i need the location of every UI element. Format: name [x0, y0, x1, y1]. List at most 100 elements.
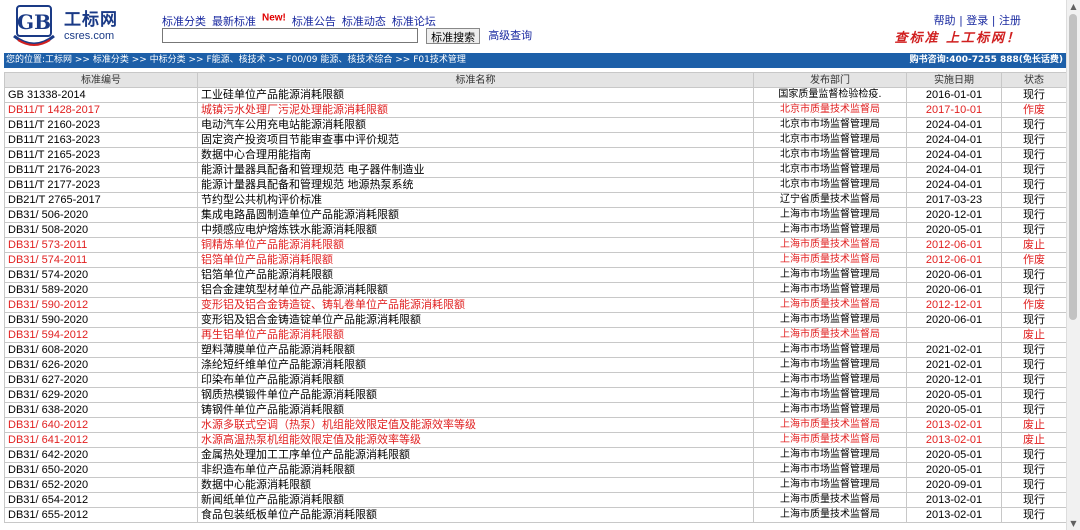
- standard-name[interactable]: 铜精炼单位产品能源消耗限额: [197, 237, 754, 253]
- standard-name[interactable]: 水源高温热泵机组能效限定值及能源效率等级: [197, 432, 754, 448]
- standard-name[interactable]: 能源计量器具配备和管理规范 电子器件制造业: [197, 162, 754, 178]
- brand-name[interactable]: 工标网: [64, 10, 118, 30]
- standard-name[interactable]: 再生铝单位产品能源消耗限额: [197, 327, 754, 343]
- standard-name[interactable]: 铝箔单位产品能源消耗限额: [197, 252, 754, 268]
- standard-code[interactable]: DB31/ 654-2012: [4, 492, 198, 508]
- nav-standard-category[interactable]: 标准分类: [162, 15, 206, 28]
- scroll-thumb[interactable]: [1069, 14, 1077, 320]
- issuing-department: 上海市市场监督管理局: [753, 312, 907, 328]
- nav-standard-forum[interactable]: 标准论坛: [392, 15, 436, 28]
- nav-latest-standards-label[interactable]: 最新标准: [212, 15, 256, 28]
- standard-code[interactable]: DB31/ 627-2020: [4, 372, 198, 388]
- standard-name[interactable]: 塑料薄膜单位产品能源消耗限额: [197, 342, 754, 358]
- standard-code[interactable]: DB31/ 574-2020: [4, 267, 198, 283]
- standard-code[interactable]: DB31/ 642-2020: [4, 447, 198, 463]
- standard-name[interactable]: 数据中心合理用能指南: [197, 147, 754, 163]
- standard-code[interactable]: DB11/T 2165-2023: [4, 147, 198, 163]
- standard-code[interactable]: DB31/ 589-2020: [4, 282, 198, 298]
- standard-code[interactable]: DB11/T 2163-2023: [4, 132, 198, 148]
- standard-name[interactable]: 铸钢件单位产品能源消耗限额: [197, 402, 754, 418]
- standard-code[interactable]: DB31/ 641-2012: [4, 432, 198, 448]
- standard-code[interactable]: DB31/ 508-2020: [4, 222, 198, 238]
- standard-name[interactable]: 能源计量器具配备和管理规范 地源热泵系统: [197, 177, 754, 193]
- standard-code[interactable]: DB11/T 2160-2023: [4, 117, 198, 133]
- standard-name[interactable]: 新闻纸单位产品能源消耗限额: [197, 492, 754, 508]
- standard-name[interactable]: 印染布单位产品能源消耗限额: [197, 372, 754, 388]
- standard-name[interactable]: 数据中心能源消耗限额: [197, 477, 754, 493]
- standard-code[interactable]: DB31/ 506-2020: [4, 207, 198, 223]
- status: 现行: [1001, 492, 1066, 508]
- implementation-date: 2012-12-01: [906, 297, 1002, 313]
- standard-code[interactable]: DB31/ 640-2012: [4, 417, 198, 433]
- standard-name[interactable]: 水源多联式空调（热泵）机组能效限定值及能源效率等级: [197, 417, 754, 433]
- standard-name[interactable]: 铝箔单位产品能源消耗限额: [197, 267, 754, 283]
- standard-code[interactable]: DB31/ 574-2011: [4, 252, 198, 268]
- nav-latest-standards[interactable]: 最新标准 New!: [212, 12, 286, 28]
- standard-code[interactable]: DB11/T 2177-2023: [4, 177, 198, 193]
- login-link[interactable]: 登录: [966, 14, 988, 27]
- issuing-department: 上海市市场监督管理局: [753, 357, 907, 373]
- implementation-date: 2017-03-23: [906, 192, 1002, 208]
- brand[interactable]: 工标网 csres.com: [64, 10, 118, 43]
- table-row: DB31/ 655-2012 食品包装纸板单位产品能源消耗限额 上海市质量技术监督局…: [4, 507, 1066, 523]
- standard-code[interactable]: DB31/ 626-2020: [4, 357, 198, 373]
- separator: |: [959, 14, 963, 27]
- breadcrumb[interactable]: 您的位置:工标网 >> 标准分类 >> 中标分类 >> F能源、核技术 >> F…: [6, 53, 466, 68]
- implementation-date: 2024-04-01: [906, 117, 1002, 133]
- status: 现行: [1001, 282, 1066, 298]
- register-link[interactable]: 注册: [999, 14, 1021, 27]
- scroll-down-icon[interactable]: ▼: [1067, 517, 1080, 530]
- standard-code[interactable]: DB31/ 573-2011: [4, 237, 198, 253]
- standard-code[interactable]: GB 31338-2014: [4, 87, 198, 103]
- standard-code[interactable]: DB31/ 650-2020: [4, 462, 198, 478]
- standard-name[interactable]: 固定资产投资项目节能审查事中评价规范: [197, 132, 754, 148]
- implementation-date: 2024-04-01: [906, 162, 1002, 178]
- search-button[interactable]: 标准搜索: [426, 28, 481, 44]
- issuing-department: 北京市市场监督管理局: [753, 117, 907, 133]
- help-link[interactable]: 帮助: [934, 14, 956, 27]
- standard-name[interactable]: 变形铝及铝合金铸造锭单位产品能源消耗限额: [197, 312, 754, 328]
- standard-name[interactable]: 涤纶短纤维单位产品能源消耗限额: [197, 357, 754, 373]
- scroll-up-icon[interactable]: ▲: [1067, 0, 1080, 13]
- standard-name[interactable]: 中频感应电炉熔炼铁水能源消耗限额: [197, 222, 754, 238]
- search-input[interactable]: [162, 28, 418, 43]
- standard-name[interactable]: 铝合金建筑型材单位产品能源消耗限额: [197, 282, 754, 298]
- issuing-department: 北京市质量技术监督局: [753, 102, 907, 118]
- standard-name[interactable]: 变形铝及铝合金铸造锭、铸轧卷单位产品能源消耗限额: [197, 297, 754, 313]
- issuing-department: 上海市市场监督管理局: [753, 477, 907, 493]
- standard-name[interactable]: 集成电路晶圆制造单位产品能源消耗限额: [197, 207, 754, 223]
- standard-name[interactable]: 食品包装纸板单位产品能源消耗限额: [197, 507, 754, 523]
- standard-code[interactable]: DB31/ 652-2020: [4, 477, 198, 493]
- page-scrollbar[interactable]: ▲ ▼: [1066, 0, 1080, 530]
- standard-code[interactable]: DB31/ 629-2020: [4, 387, 198, 403]
- status: 现行: [1001, 402, 1066, 418]
- implementation-date: 2021-02-01: [906, 357, 1002, 373]
- standard-code[interactable]: DB31/ 594-2012: [4, 327, 198, 343]
- standard-code[interactable]: DB21/T 2765-2017: [4, 192, 198, 208]
- standard-code[interactable]: DB31/ 590-2012: [4, 297, 198, 313]
- standard-code[interactable]: DB31/ 608-2020: [4, 342, 198, 358]
- gb-logo-icon[interactable]: GB: [8, 2, 60, 48]
- standard-name[interactable]: 金属热处理加工工序单位产品能源消耗限额: [197, 447, 754, 463]
- nav-standard-announcement[interactable]: 标准公告: [292, 15, 336, 28]
- standard-name[interactable]: 节约型公共机构评价标准: [197, 192, 754, 208]
- implementation-date: [906, 327, 1002, 343]
- standards-table-container: 标准编号 标准名称 发布部门 实施日期 状态 GB 31338-2014 工业硅单…: [4, 72, 1066, 530]
- status: 废止: [1001, 432, 1066, 448]
- standard-code[interactable]: DB11/T 2176-2023: [4, 162, 198, 178]
- standard-code[interactable]: DB31/ 655-2012: [4, 507, 198, 523]
- table-row: DB31/ 608-2020 塑料薄膜单位产品能源消耗限额 上海市市场监督管理局 20…: [4, 342, 1066, 358]
- nav-standard-news[interactable]: 标准动态: [342, 15, 386, 28]
- standard-name[interactable]: 城镇污水处理厂污泥处理能源消耗限额: [197, 102, 754, 118]
- standard-name[interactable]: 非织造布单位产品能源消耗限额: [197, 462, 754, 478]
- standard-name[interactable]: 电动汽车公用充电站能源消耗限额: [197, 117, 754, 133]
- standard-name[interactable]: 工业硅单位产品能源消耗限额: [197, 87, 754, 103]
- table-header-row: 标准编号 标准名称 发布部门 实施日期 状态: [4, 72, 1066, 88]
- account-links: 帮助 | 登录 | 注册: [934, 12, 1021, 28]
- standard-code[interactable]: DB11/T 1428-2017: [4, 102, 198, 118]
- standard-code[interactable]: DB31/ 638-2020: [4, 402, 198, 418]
- standard-name[interactable]: 钢质热模锻件单位产品能源消耗限额: [197, 387, 754, 403]
- advanced-search-link[interactable]: 高级查询: [488, 29, 532, 42]
- standard-code[interactable]: DB31/ 590-2020: [4, 312, 198, 328]
- brand-domain[interactable]: csres.com: [64, 30, 118, 43]
